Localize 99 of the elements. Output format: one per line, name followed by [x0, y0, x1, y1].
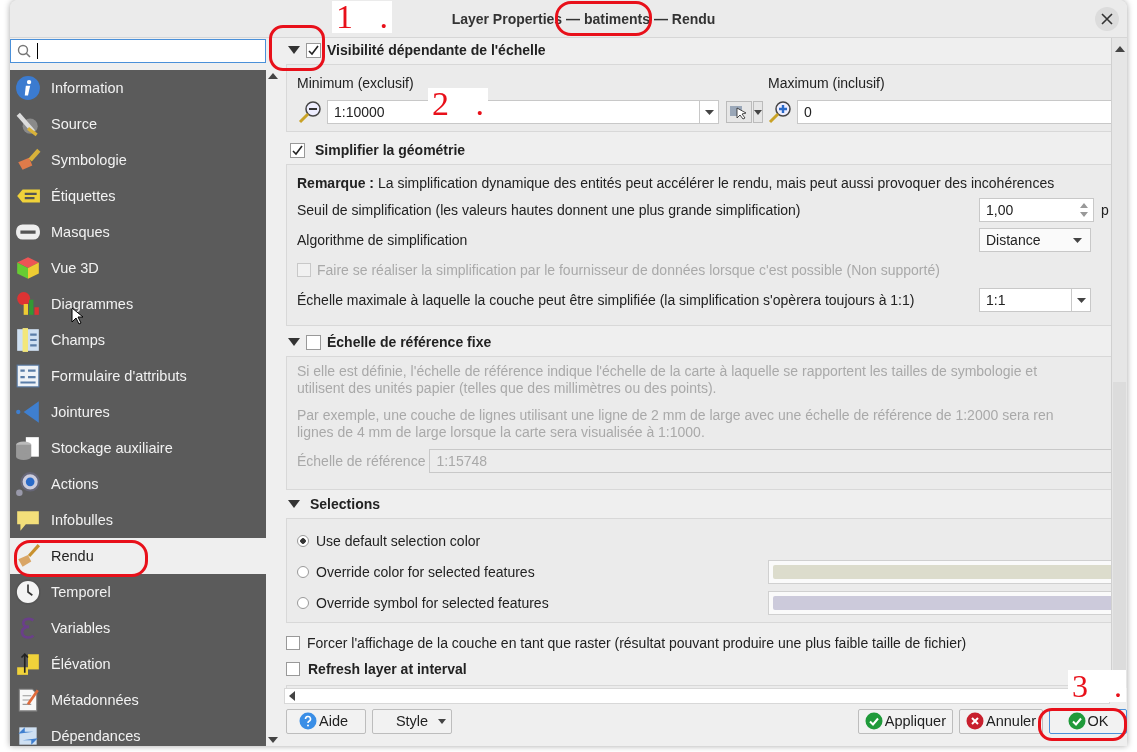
zoom-out-icon[interactable] [297, 99, 323, 125]
close-button[interactable] [1095, 7, 1119, 31]
sidebar-item[interactable]: Stockage auxiliaire [10, 430, 266, 466]
description-text: Si elle est définie, l'échelle de référence indique l'échelle de la carte à laquelle se rapportent les tailles de symbologie et [297, 363, 1039, 380]
form-icon [15, 363, 41, 389]
zoom-in-icon[interactable] [767, 99, 793, 125]
brush-icon [15, 147, 41, 173]
radio-button[interactable] [297, 534, 309, 547]
left-arrow-icon [289, 691, 295, 701]
sidebar-item[interactable]: Temporel [10, 574, 266, 610]
algorithm-dropdown[interactable]: Distance [979, 228, 1091, 252]
radio-label: Override color for selected features [316, 563, 536, 580]
checkbox-label: Forcer l'affichage de la couche en tant que raster (résultat pouvant produire une plus faible taille de fichier) [307, 635, 967, 651]
close-icon [1101, 13, 1113, 25]
gear-icon [15, 471, 41, 497]
section-title: Simplifier la géométrie [315, 142, 466, 158]
pointer-icon [729, 104, 749, 120]
radio-button[interactable] [297, 596, 309, 609]
help-button[interactable]: Aide [286, 708, 366, 734]
select-tool-button[interactable] [726, 101, 752, 123]
checkbox[interactable] [290, 142, 305, 158]
sidebar-item[interactable]: Actions [10, 466, 266, 502]
annotation-label: 1 . [332, 1, 392, 33]
check-icon [864, 712, 883, 730]
section-title: Échelle de référence fixe [327, 334, 492, 350]
scrollbar[interactable] [266, 70, 280, 746]
scrollbar[interactable] [1111, 38, 1127, 688]
sidebar-item[interactable]: Formulaire d'attributs [10, 358, 266, 394]
sidebar-item[interactable]: Dépendances [10, 718, 266, 746]
checkbox-label: Faire se réaliser la simplification par le fournisseur de données lorsque c'est possible (Non supporté) [317, 262, 940, 278]
apply-button[interactable]: Appliquer [857, 708, 953, 734]
description-text: utilisent des unités papier (telles que des millimètres ou des points). [297, 380, 718, 397]
sidebar-item[interactable]: Métadonnées [10, 682, 266, 718]
sidebar-item[interactable]: Information [10, 70, 266, 106]
sidebar-item[interactable]: Source [10, 106, 266, 142]
up-arrow-icon [1114, 46, 1125, 52]
description-text: Par exemple, une couche de lignes utilisant une ligne de 2 mm de large avec une échelle de référence de 1:2000 sera ren [297, 407, 1055, 424]
collapse-arrow-icon[interactable] [288, 46, 300, 54]
spinner-arrows-icon [1079, 201, 1089, 219]
section-title: Refresh layer at interval [308, 661, 467, 677]
checkbox[interactable] [286, 636, 300, 650]
max-scale-combo-box[interactable]: 1:1 [979, 288, 1091, 312]
checkbox[interactable] [306, 42, 321, 58]
radio-label: Use default selection color [316, 532, 482, 549]
search-field[interactable] [10, 39, 266, 63]
field-label: Minimum (exclusif) [297, 75, 415, 91]
info-icon [15, 75, 41, 101]
down-arrow-icon [268, 737, 278, 743]
collapse-arrow-icon[interactable] [288, 500, 300, 508]
help-icon [299, 712, 317, 730]
field-label: Échelle de référence [297, 453, 426, 469]
sidebar-item[interactable]: Jointures [10, 394, 266, 430]
description-text: lignes de 4 mm de large lorsque la carte sera visualisée à 1:1000. [297, 424, 706, 441]
dropdown-arrow-icon [704, 109, 714, 115]
sidebar-item[interactable]: Champs [10, 322, 266, 358]
field-label: Échelle maximale à laquelle la couche peut être simplifiée (la simplification s'opèrera toujours à 1:1) [297, 292, 916, 308]
clock-icon [15, 579, 41, 605]
sidebar-item[interactable]: Rendu [10, 538, 266, 574]
check-icon [1067, 712, 1086, 730]
field-label: Seuil de simplification (les valeurs hautes donnent une plus grande simplification) [297, 202, 802, 218]
cancel-icon [966, 712, 984, 730]
sidebar-item[interactable]: Élévation [10, 646, 266, 682]
dropdown-arrow-icon [1073, 237, 1082, 243]
maximum-scale-field[interactable]: 0 [797, 100, 1111, 124]
up-arrow-icon [268, 73, 278, 79]
search-icon [17, 44, 31, 58]
triangle-icon [15, 399, 41, 425]
dropdown-arrow-icon [754, 109, 762, 115]
threshold-spin-box[interactable]: 1,00 [979, 198, 1094, 222]
style-menu-button[interactable]: Style [372, 708, 452, 734]
cube-icon [15, 255, 41, 281]
dropdown-button[interactable] [753, 101, 763, 123]
sidebar-item[interactable]: Masques [10, 214, 266, 250]
sidebar-item[interactable]: Symbologie [10, 142, 266, 178]
radio-button[interactable] [297, 565, 309, 578]
note-text: Remarque : La simplification dynamique des entités peut accélérer le rendu, mais peut aussi provoquer des incohérences [297, 175, 1055, 191]
annotation-label: 3 . [1068, 670, 1126, 702]
section-title: Selections [310, 496, 381, 512]
radio-label: Override symbol for selected features [316, 594, 550, 611]
sidebar-item[interactable]: Infobulles [10, 502, 266, 538]
chart-icon [15, 291, 41, 317]
sidebar-item[interactable]: Diagrammes [10, 286, 266, 322]
elevation-icon [15, 651, 41, 677]
cancel-button[interactable]: Annuler [959, 708, 1043, 734]
color-button[interactable] [768, 590, 1111, 615]
sidebar-item[interactable]: Variables [10, 610, 266, 646]
sidebar-item[interactable]: Étiquettes [10, 178, 266, 214]
field-label: Algorithme de simplification [297, 232, 469, 248]
field-label: Maximum (inclusif) [768, 75, 885, 91]
brush-icon [15, 543, 41, 569]
checkbox[interactable] [286, 662, 300, 676]
section-title: Visibilité dépendante de l'échelle [327, 42, 546, 58]
unit-label: p [1101, 202, 1109, 218]
sidebar-item[interactable]: Vue 3D [10, 250, 266, 286]
caret-icon [438, 718, 446, 724]
dropdown-arrow-icon [1076, 297, 1086, 303]
database-icon [15, 435, 41, 461]
color-button[interactable] [768, 559, 1111, 584]
columns-icon [15, 327, 41, 353]
